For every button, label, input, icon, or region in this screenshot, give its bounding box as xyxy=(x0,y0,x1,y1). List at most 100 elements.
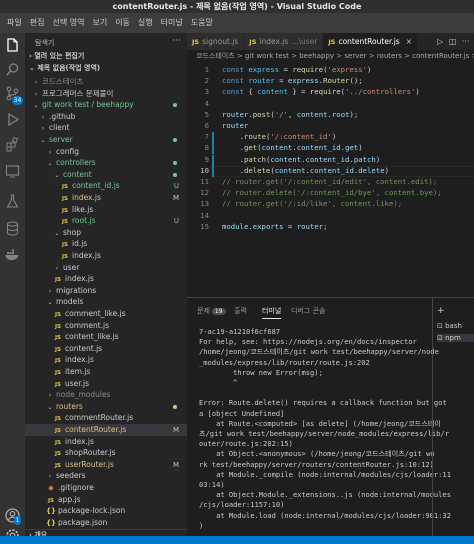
status-bar xyxy=(0,536,474,544)
tree-file[interactable]: JS index.js xyxy=(25,354,187,366)
tree-item-label: userRouter.js xyxy=(65,459,114,469)
tree-file[interactable]: JS id.js xyxy=(25,238,187,250)
tree-folder[interactable]: › 코드스테이츠 xyxy=(25,76,187,88)
menu-item[interactable]: 편집 xyxy=(26,13,49,33)
line-number: 13 xyxy=(200,199,209,209)
menu-item[interactable]: 선택 영역 xyxy=(48,13,88,33)
testing-icon[interactable] xyxy=(4,193,21,210)
tree-item-label: id.js xyxy=(72,239,88,249)
tree-file[interactable]: JS userRouter.js M xyxy=(25,459,187,471)
tree-folder[interactable]: › 프로그래머스 문제풀이 xyxy=(25,88,187,100)
line-number: 14 xyxy=(200,210,209,220)
menu-item[interactable]: 이동 xyxy=(111,13,134,33)
tree-file[interactable]: JS content_id.js U xyxy=(25,180,187,192)
terminal-line: at Module._compile (node:internal/module… xyxy=(199,469,451,479)
tree-file[interactable]: JS user.js xyxy=(25,378,187,390)
menu-item[interactable]: 터미널 xyxy=(157,13,187,33)
tree-folder[interactable]: › node_modules xyxy=(25,389,187,401)
tree-folder[interactable]: ⌄ models xyxy=(25,296,187,308)
tree-file[interactable]: JS item.js xyxy=(25,366,187,378)
database-icon[interactable] xyxy=(4,220,21,237)
tree-file[interactable]: JS shopRouter.js xyxy=(25,447,187,459)
tab-label: signout.js xyxy=(202,37,239,46)
tree-folder[interactable]: ⌄ routers xyxy=(25,401,187,413)
tree-folder[interactable]: ⌄ content xyxy=(25,169,187,181)
explorer-sidebar: 탐색기 ··· › 열려 있는 편집기 ⌄ 제목 없음(작업 영역) › 코드스테… xyxy=(25,33,187,536)
tree-file[interactable]: {} package-lock.json xyxy=(25,505,187,517)
panel-tab[interactable]: 문제 19 xyxy=(197,306,226,316)
close-icon[interactable]: × xyxy=(406,37,412,46)
tree-item-label: user.js xyxy=(65,378,90,388)
tree-file[interactable]: JS root.js U xyxy=(25,215,187,227)
breadcrumb[interactable]: 코드스테이츠 > git work test > beehappy > serv… xyxy=(187,50,474,63)
tree-folder[interactable]: › config xyxy=(25,146,187,158)
tree-file[interactable]: JS comment_like.js xyxy=(25,308,187,320)
tree-file[interactable]: JS comment.js xyxy=(25,320,187,332)
tree-item-label: routers xyxy=(56,401,83,411)
tree-item-label: 프로그래머스 문제풀이 xyxy=(42,88,114,98)
line-number: 2 xyxy=(204,76,209,86)
tree-file[interactable]: JS commentRouter.js xyxy=(25,412,187,424)
editor-tab[interactable]: JS index.js ...\user xyxy=(244,33,324,50)
menu-item[interactable]: 보기 xyxy=(88,13,111,33)
menu-item[interactable]: 실행 xyxy=(134,13,157,33)
accounts-badge: 1 xyxy=(14,516,21,525)
menu-item[interactable]: 도움말 xyxy=(187,13,217,33)
tree-folder[interactable]: › seeders xyxy=(25,470,187,482)
more-actions-icon[interactable]: ··· xyxy=(462,37,470,46)
line-number: 1 xyxy=(204,65,209,74)
tree-item-label: shopRouter.js xyxy=(65,448,116,458)
terminal-item-npm[interactable]: ⊡ npm xyxy=(437,334,474,342)
split-editor-icon[interactable]: ◫ xyxy=(449,37,457,46)
line-number: 5 xyxy=(204,109,209,119)
new-terminal-icon[interactable]: + xyxy=(437,306,445,316)
open-editors-header[interactable]: › 열려 있는 편집기 xyxy=(25,51,187,62)
tree-item-label: index.js xyxy=(65,355,94,365)
docker-icon[interactable] xyxy=(4,246,21,263)
line-number: 8 xyxy=(204,143,209,153)
workspace-header[interactable]: ⌄ 제목 없음(작업 영역) xyxy=(25,63,187,74)
panel-tab[interactable]: 터미널 xyxy=(262,306,282,319)
tree-item-label: item.js xyxy=(65,367,91,376)
tree-folder[interactable]: › migrations xyxy=(25,285,187,297)
files-icon[interactable] xyxy=(4,37,21,54)
tree-item-label: config xyxy=(56,146,79,156)
scm-badge: 34 xyxy=(12,96,23,105)
tree-file[interactable]: ◆ .gitignore xyxy=(25,482,187,494)
terminal-line: /home/jeong/코드스테이츠/git work test/beehapp… xyxy=(199,347,439,357)
panel-tab[interactable]: 디버그 콘솔 xyxy=(291,306,325,316)
explorer-more-icon[interactable]: ··· xyxy=(172,36,181,46)
terminal-item-bash[interactable]: ⊡ bash xyxy=(437,322,462,330)
js-file-icon: JS xyxy=(328,38,336,46)
editor-tab[interactable]: JS contentRouter.js × xyxy=(323,33,419,50)
tree-file[interactable]: JS contentRouter.js M xyxy=(25,424,187,436)
tree-file[interactable]: {} package.json xyxy=(25,517,187,529)
tree-file[interactable]: JS index.js xyxy=(25,436,187,448)
remote-explorer-icon[interactable] xyxy=(4,163,21,180)
tree-folder[interactable]: › .github xyxy=(25,111,187,123)
run-debug-icon[interactable] xyxy=(4,111,21,128)
tree-file[interactable]: JS content_like.js xyxy=(25,331,187,343)
editor-tab[interactable]: JS signout.js xyxy=(187,33,245,50)
tree-file[interactable]: JS index.js M xyxy=(25,192,187,204)
tree-file[interactable]: JS content.js xyxy=(25,343,187,355)
code-editor[interactable]: 1 const express = require('express') 2 cons… xyxy=(187,63,474,295)
tree-file[interactable]: JS index.js xyxy=(25,273,187,285)
tree-file[interactable]: JS like.js xyxy=(25,204,187,216)
run-file-icon[interactable]: ▷ xyxy=(437,37,443,46)
tree-folder[interactable]: ⌄ controllers xyxy=(25,157,187,169)
panel-tab[interactable]: 출력 xyxy=(234,306,247,316)
menu-item[interactable]: 파일 xyxy=(3,13,26,33)
tree-folder[interactable]: ⌄ shop xyxy=(25,227,187,239)
tree-folder[interactable]: › client xyxy=(25,122,187,134)
extensions-icon[interactable] xyxy=(4,136,21,153)
search-icon[interactable] xyxy=(4,61,21,78)
outline-header[interactable]: › 개요 xyxy=(25,529,187,536)
tree-folder[interactable]: › user xyxy=(25,262,187,274)
tree-folder[interactable]: ⌄ git work test / beehappy xyxy=(25,99,187,111)
terminal-output[interactable]: 7-ac19-a1210f6cf687 For help, see: https:… xyxy=(199,327,451,531)
tree-file[interactable]: JS index.js xyxy=(25,250,187,262)
tree-folder[interactable]: ⌄ server xyxy=(25,134,187,146)
tab-label: index.js xyxy=(259,37,289,46)
tree-file[interactable]: JS app.js xyxy=(25,494,187,506)
